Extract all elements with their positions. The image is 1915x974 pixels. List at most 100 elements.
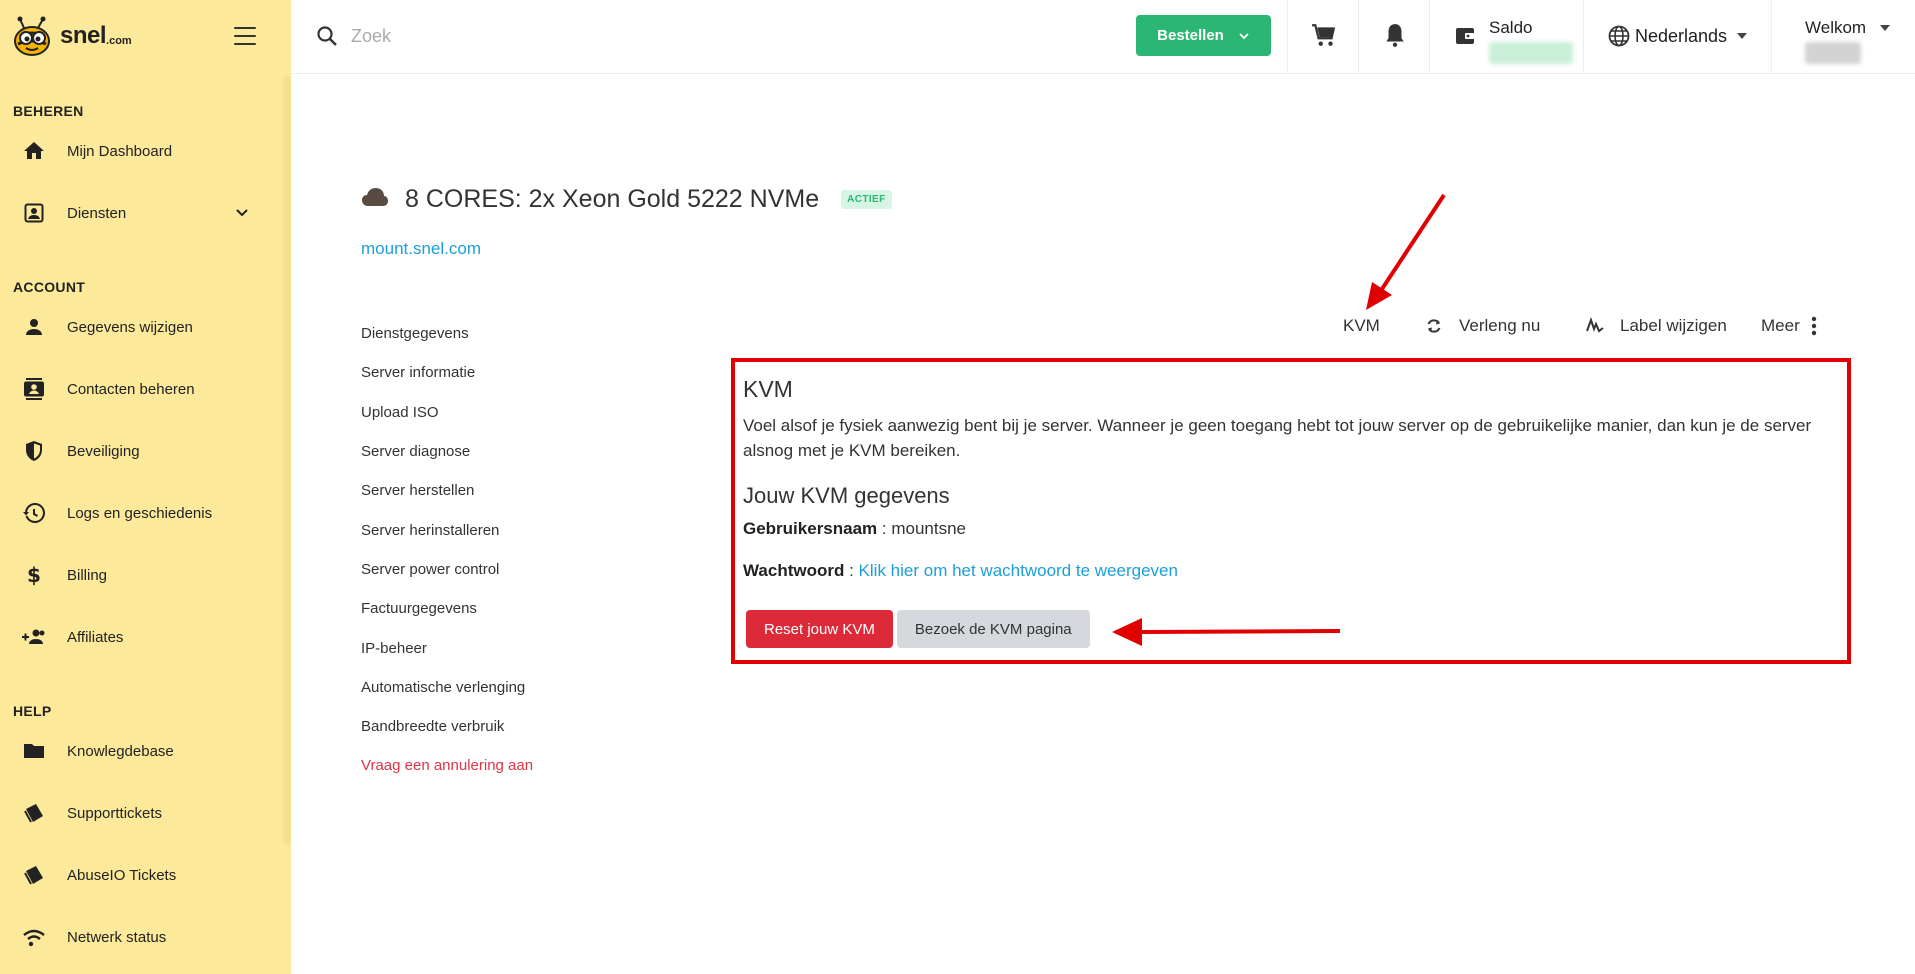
topbar-divider	[1771, 0, 1772, 74]
sidebar-item-label: Gegevens wijzigen	[67, 318, 193, 336]
wallet-icon[interactable]	[1453, 24, 1477, 53]
sub-nav-ip-beheer[interactable]: IP-beheer	[361, 628, 533, 667]
action-renew[interactable]: Verleng nu	[1425, 313, 1540, 339]
kvm-panel: KVM Voel alsof je fysiek aanwezig bent b…	[731, 358, 1851, 664]
sidebar-item-label: Knowlegdebase	[67, 742, 174, 760]
show-password-link[interactable]: Klik hier om het wachtwoord te weergeven	[859, 561, 1178, 580]
home-icon	[20, 137, 48, 165]
sidebar-item-billing[interactable]: $ Billing	[20, 555, 270, 595]
sidebar-item-gegevens[interactable]: Gegevens wijzigen	[20, 307, 270, 347]
reset-kvm-button[interactable]: Reset jouw KVM	[746, 610, 893, 648]
search-input[interactable]	[351, 20, 851, 52]
kvm-password-label: Wachtwoord	[743, 561, 845, 580]
action-change-label-text: Label wijzigen	[1620, 316, 1727, 335]
nav-section-help: HELP	[13, 703, 52, 719]
sidebar-item-diensten[interactable]: Diensten	[20, 193, 270, 233]
sidebar-item-label: Logs en geschiedenis	[67, 504, 213, 522]
ticket-icon	[20, 861, 48, 889]
caret-down-icon	[1880, 25, 1891, 31]
kvm-subtitle: Jouw KVM gegevens	[743, 483, 950, 508]
brand-suffix: .com	[106, 35, 132, 47]
bee-mascot-icon	[14, 16, 50, 56]
action-kvm[interactable]: KVM	[1343, 313, 1380, 339]
kvm-button-row: Reset jouw KVM Bezoek de KVM pagina	[746, 610, 1090, 648]
service-sub-nav: Dienstgegevens Server informatie Upload …	[361, 314, 533, 786]
user-menu[interactable]: Welkom	[1805, 18, 1891, 64]
person-icon	[20, 313, 48, 341]
action-kvm-label: KVM	[1343, 316, 1380, 335]
more-vertical-icon	[1811, 316, 1816, 336]
brand-name: snel	[60, 22, 107, 49]
search-icon[interactable]	[315, 24, 339, 53]
wifi-icon	[20, 923, 48, 951]
kvm-username-row: Gebruikersnaam : mountsne	[743, 519, 967, 538]
sidebar-item-dashboard[interactable]: Mijn Dashboard	[20, 131, 270, 171]
action-more[interactable]: Meer	[1761, 313, 1818, 339]
saldo-value-redacted	[1489, 42, 1573, 64]
nav-section-beheren: BEHEREN	[13, 103, 84, 119]
sub-nav-factuurgegevens[interactable]: Factuurgegevens	[361, 589, 533, 628]
sub-nav-cancellation-request[interactable]: Vraag een annulering aan	[361, 746, 533, 785]
sub-nav-server-herinstalleren[interactable]: Server herinstalleren	[361, 510, 533, 549]
sub-nav-server-diagnose[interactable]: Server diagnose	[361, 432, 533, 471]
signature-icon	[1586, 317, 1604, 333]
sidebar-scrollbar[interactable]	[283, 75, 291, 845]
sidebar-item-supporttickets[interactable]: Supporttickets	[20, 793, 270, 833]
sidebar-item-affiliates[interactable]: Affiliates	[20, 617, 270, 657]
action-more-label: Meer	[1761, 316, 1800, 335]
sub-nav-server-herstellen[interactable]: Server herstellen	[361, 471, 533, 510]
saldo-display[interactable]: Saldo	[1489, 18, 1573, 64]
sidebar-item-abuseio[interactable]: AbuseIO Tickets	[20, 855, 270, 895]
status-badge: ACTIEF	[841, 190, 892, 209]
bell-icon[interactable]	[1382, 22, 1408, 53]
sidebar-item-label: Affiliates	[67, 628, 124, 646]
sidebar: snel .com BEHEREN Mijn Dashboard Dienste…	[0, 0, 291, 974]
folder-icon	[20, 737, 48, 765]
globe-icon	[1608, 25, 1630, 47]
saldo-label: Saldo	[1489, 18, 1533, 37]
sub-nav-dienstgegevens[interactable]: Dienstgegevens	[361, 314, 533, 353]
topbar-divider	[1358, 0, 1359, 74]
sub-nav-upload-iso[interactable]: Upload ISO	[361, 393, 533, 432]
sidebar-item-label: Beveiliging	[67, 442, 140, 460]
domain-link[interactable]: mount.snel.com	[361, 239, 481, 259]
language-selector[interactable]: Nederlands	[1607, 24, 1748, 48]
dollar-icon: $	[20, 561, 48, 589]
sidebar-item-label: Supporttickets	[67, 804, 163, 822]
action-renew-label: Verleng nu	[1459, 316, 1541, 335]
sidebar-item-label: Diensten	[67, 204, 127, 222]
sidebar-item-label: Contacten beheren	[67, 380, 195, 398]
cart-icon[interactable]	[1311, 22, 1337, 53]
chevron-down-icon	[1239, 32, 1249, 39]
sub-nav-server-power-control[interactable]: Server power control	[361, 550, 533, 589]
visit-kvm-page-button[interactable]: Bezoek de KVM pagina	[896, 610, 1090, 648]
sidebar-item-logs[interactable]: Logs en geschiedenis	[20, 493, 270, 533]
sidebar-item-netwerk[interactable]: Netwerk status	[20, 917, 270, 957]
chevron-down-icon[interactable]	[234, 205, 250, 226]
kvm-username-label: Gebruikersnaam	[743, 519, 878, 538]
menu-toggle-button[interactable]	[232, 24, 258, 48]
order-button-label: Bestellen	[1157, 27, 1224, 44]
order-dropdown-button[interactable]: Bestellen	[1136, 15, 1271, 56]
page-title: 8 CORES: 2x Xeon Gold 5222 NVMe	[405, 185, 820, 213]
sidebar-item-label: Billing	[67, 566, 108, 584]
group-add-icon	[20, 623, 48, 651]
history-icon	[20, 499, 48, 527]
nav-section-account: ACCOUNT	[13, 279, 86, 295]
kvm-password-row: Wachtwoord : Klik hier om het wachtwoord…	[743, 561, 1178, 580]
sidebar-item-beveiliging[interactable]: Beveiliging	[20, 431, 270, 471]
cloud-icon	[361, 186, 389, 213]
kvm-username-value: mountsne	[891, 519, 967, 538]
sub-nav-bandbreedte-verbruik[interactable]: Bandbreedte verbruik	[361, 707, 533, 746]
sub-nav-server-informatie[interactable]: Server informatie	[361, 353, 533, 392]
sub-nav-automatische-verlenging[interactable]: Automatische verlenging	[361, 668, 533, 707]
sidebar-item-contacten[interactable]: Contacten beheren	[20, 369, 270, 409]
sidebar-item-label: Netwerk status	[67, 928, 167, 946]
sidebar-item-label: AbuseIO Tickets	[67, 866, 177, 884]
welcome-label: Welkom	[1805, 18, 1867, 37]
service-header: 8 CORES: 2x Xeon Gold 5222 NVMe ACTIEF	[361, 185, 892, 214]
brand-logo[interactable]: snel .com	[10, 12, 132, 60]
sidebar-item-knowledgebase[interactable]: Knowlegdebase	[20, 731, 270, 771]
kvm-description: Voel alsof je fysiek aanwezig bent bij j…	[743, 416, 1812, 460]
action-change-label[interactable]: Label wijzigen	[1586, 313, 1727, 339]
